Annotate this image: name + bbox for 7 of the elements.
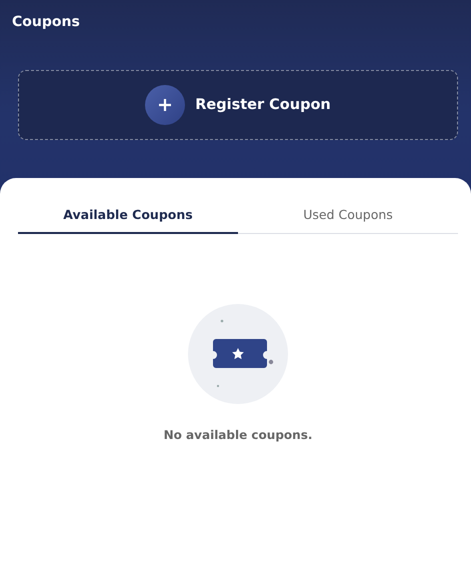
plus-icon <box>145 85 186 125</box>
register-coupon-button[interactable]: Register Coupon <box>18 70 458 140</box>
empty-message: No available coupons. <box>164 428 312 442</box>
coupon-ticket-icon <box>188 304 288 404</box>
tab[interactable]: Used Coupons <box>238 198 458 234</box>
page-title: Coupons <box>12 14 81 30</box>
tab[interactable]: Available Coupons <box>18 198 238 234</box>
